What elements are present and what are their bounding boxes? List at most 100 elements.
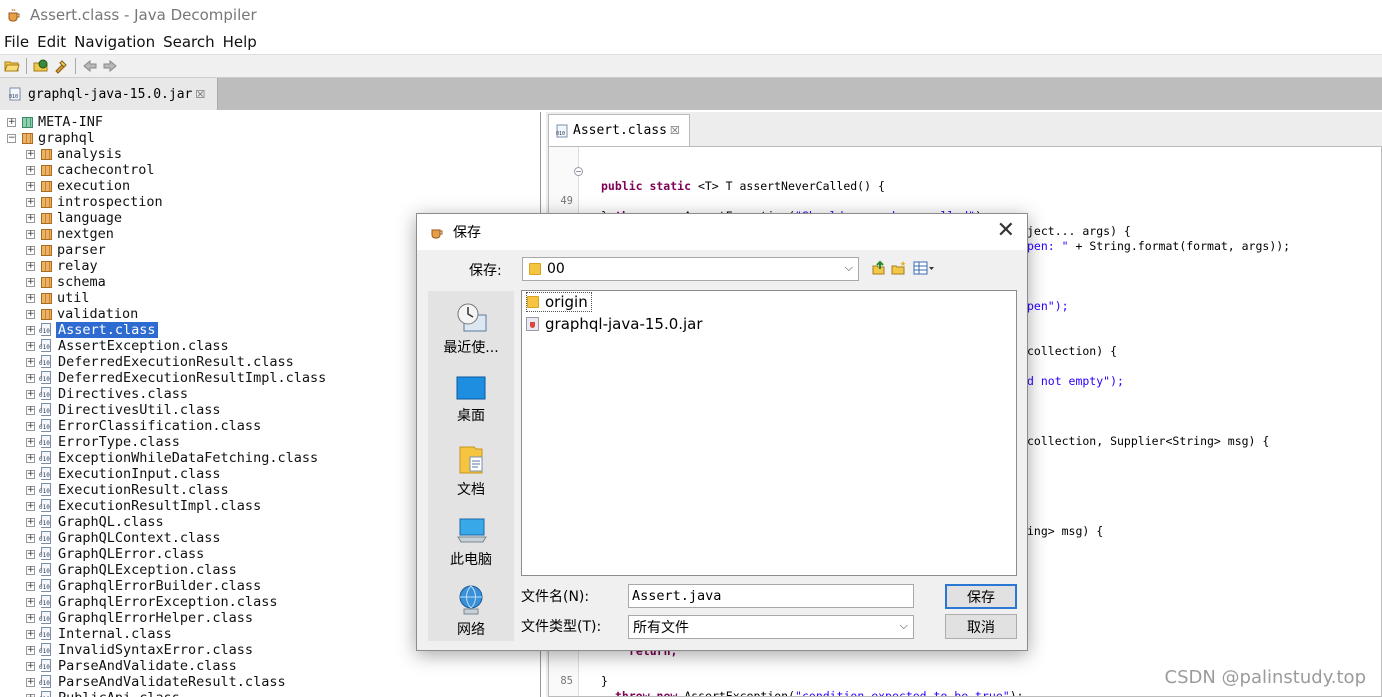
expand-icon[interactable]: + — [26, 549, 35, 559]
tree-item-class[interactable]: +010 Internal.class — [26, 626, 172, 642]
close-icon[interactable]: ☒ — [195, 88, 205, 101]
expand-icon[interactable]: + — [26, 485, 35, 495]
tree-item-class[interactable]: +010 GraphqlErrorHelper.class — [26, 610, 253, 626]
search-flashlight-icon[interactable] — [53, 58, 69, 74]
menu-edit[interactable]: Edit — [37, 33, 66, 51]
tree-item-class[interactable]: +010 DeferredExecutionResultImpl.class — [26, 370, 326, 386]
tree-item-class[interactable]: +010 GraphQLError.class — [26, 546, 204, 562]
tree-item-package[interactable]: + execution — [26, 178, 130, 194]
expand-icon[interactable]: + — [26, 293, 35, 303]
place-documents[interactable]: 文档 — [428, 443, 514, 499]
place-desktop[interactable]: 桌面 — [428, 375, 514, 425]
expand-icon[interactable]: + — [26, 533, 35, 543]
tree-item-class[interactable]: +010 ExecutionInput.class — [26, 466, 221, 482]
expand-icon[interactable]: + — [26, 197, 35, 207]
tree-item-class[interactable]: +010 AssertException.class — [26, 338, 229, 354]
tree-item-package[interactable]: + cachecontrol — [26, 162, 155, 178]
expand-icon[interactable]: + — [26, 597, 35, 607]
tree-item-package[interactable]: + language — [26, 210, 122, 226]
menu-search[interactable]: Search — [163, 33, 215, 51]
save-in-combo[interactable]: 00 ⌵ — [522, 257, 859, 281]
expand-icon[interactable]: + — [26, 309, 35, 319]
file-list[interactable]: origin graphql-java-15.0.jar — [521, 290, 1017, 576]
filename-input[interactable]: Assert.java — [628, 584, 914, 608]
expand-icon[interactable]: + — [26, 693, 35, 697]
tree-item-class[interactable]: +010 Directives.class — [26, 386, 188, 402]
expand-icon[interactable]: + — [26, 341, 35, 351]
tree-item-package[interactable]: + META-INF — [7, 114, 103, 130]
save-button[interactable]: 保存 — [945, 584, 1017, 609]
expand-icon[interactable]: + — [26, 373, 35, 383]
tree-item-class[interactable]: +010 ErrorType.class — [26, 434, 180, 450]
expand-icon[interactable]: + — [26, 165, 35, 175]
tree-item-package[interactable]: + validation — [26, 306, 138, 322]
tree-item-class[interactable]: +010 ExceptionWhileDataFetching.class — [26, 450, 318, 466]
expand-icon[interactable]: + — [26, 677, 35, 687]
expand-icon[interactable]: + — [26, 229, 35, 239]
expand-icon[interactable]: + — [26, 629, 35, 639]
tree-item-class[interactable]: +010 InvalidSyntaxError.class — [26, 642, 253, 658]
expand-icon[interactable]: + — [26, 245, 35, 255]
place-this-pc[interactable]: 此电脑 — [428, 513, 514, 569]
list-item-folder[interactable]: origin — [526, 292, 592, 312]
tree-item-package[interactable]: + util — [26, 290, 90, 306]
menu-file[interactable]: File — [4, 33, 29, 51]
exception-link[interactable]: AssertException — [684, 689, 788, 696]
open-file-icon[interactable] — [4, 58, 20, 74]
expand-icon[interactable]: + — [26, 661, 35, 671]
tree-item-class[interactable]: +010 PublicApi.class — [26, 690, 180, 697]
expand-icon[interactable]: + — [26, 181, 35, 191]
back-arrow-icon[interactable] — [82, 58, 98, 74]
tree-item-class[interactable]: +010 GraphqlErrorBuilder.class — [26, 578, 261, 594]
expand-icon[interactable]: + — [26, 645, 35, 655]
tree-item-package[interactable]: + nextgen — [26, 226, 114, 242]
filetype-select[interactable]: 所有文件 ⌵ — [628, 615, 914, 639]
tree-item-class[interactable]: +010 DeferredExecutionResult.class — [26, 354, 294, 370]
expand-icon[interactable]: + — [7, 117, 16, 127]
tree-item-class[interactable]: +010 GraphQL.class — [26, 514, 164, 530]
tree-item-package[interactable]: + analysis — [26, 146, 122, 162]
tree-item-package[interactable]: + parser — [26, 242, 106, 258]
tree-item-class[interactable]: +010 DirectivesUtil.class — [26, 402, 221, 418]
tree-item-package[interactable]: − graphql — [7, 130, 95, 146]
expand-icon[interactable]: + — [26, 613, 35, 623]
menu-navigation[interactable]: Navigation — [74, 33, 155, 51]
expand-icon[interactable]: + — [26, 437, 35, 447]
expand-icon[interactable]: + — [26, 501, 35, 511]
tree-item-class[interactable]: +010 ParseAndValidate.class — [26, 658, 237, 674]
expand-icon[interactable]: + — [26, 421, 35, 431]
expand-icon[interactable]: + — [26, 325, 35, 335]
view-menu-icon[interactable] — [913, 260, 935, 276]
list-item-file[interactable]: graphql-java-15.0.jar — [526, 314, 703, 334]
collapse-icon[interactable]: − — [7, 133, 16, 143]
open-type-icon[interactable] — [33, 58, 49, 74]
new-folder-icon[interactable] — [891, 260, 907, 276]
expand-icon[interactable]: + — [26, 277, 35, 287]
tree-item-class[interactable]: +010 ErrorClassification.class — [26, 418, 261, 434]
tree-item-class[interactable]: +010 ExecutionResultImpl.class — [26, 498, 261, 514]
tree-item-package[interactable]: + relay — [26, 258, 98, 274]
cancel-button[interactable]: 取消 — [945, 614, 1017, 639]
close-icon[interactable]: ✕ — [997, 220, 1015, 242]
expand-icon[interactable]: + — [26, 581, 35, 591]
tree-item-package[interactable]: + schema — [26, 274, 106, 290]
expand-icon[interactable]: + — [26, 149, 35, 159]
tree-item-class[interactable]: +010 GraphQLException.class — [26, 562, 237, 578]
class-tab[interactable]: 010 Assert.class ☒ — [548, 114, 690, 146]
expand-icon[interactable]: + — [26, 357, 35, 367]
tree-item-class[interactable]: +010 ExecutionResult.class — [26, 482, 229, 498]
tree-item-class[interactable]: +010 ParseAndValidateResult.class — [26, 674, 286, 690]
up-folder-icon[interactable] — [871, 260, 887, 276]
expand-icon[interactable]: + — [26, 469, 35, 479]
place-network[interactable]: 网络 — [428, 583, 514, 639]
jar-tab[interactable]: 010 graphql-java-15.0.jar ☒ — [0, 78, 218, 110]
expand-icon[interactable]: + — [26, 453, 35, 463]
expand-icon[interactable]: + — [26, 213, 35, 223]
expand-icon[interactable]: + — [26, 405, 35, 415]
expand-icon[interactable]: + — [26, 261, 35, 271]
expand-icon[interactable]: + — [26, 517, 35, 527]
menu-help[interactable]: Help — [223, 33, 257, 51]
forward-arrow-icon[interactable] — [102, 58, 118, 74]
tree-item-class[interactable]: +010 GraphQLContext.class — [26, 530, 221, 546]
tree-item-package[interactable]: + introspection — [26, 194, 163, 210]
